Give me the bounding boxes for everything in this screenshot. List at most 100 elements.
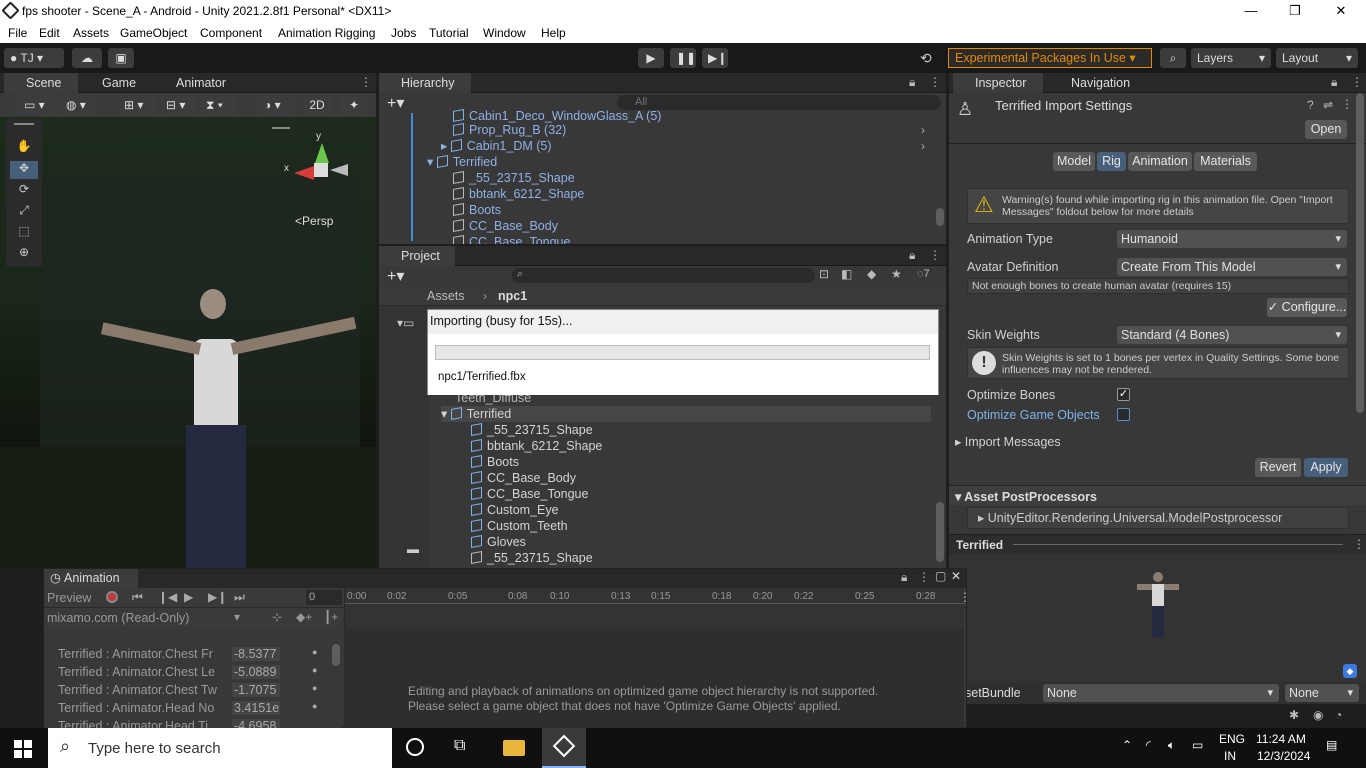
gizmo-x-cone[interactable] (294, 166, 314, 180)
list-item[interactable]: CC_Base_Tongue (471, 486, 588, 502)
table-row[interactable]: Terrified : Animator.Head No 3.4151e ● (58, 701, 320, 717)
taskbar-search[interactable]: ⌕ Type here to search (48, 728, 392, 768)
menu-jobs[interactable]: Jobs (391, 26, 416, 40)
favorite-icon[interactable]: ★ (891, 267, 902, 281)
animation-lock-icon[interactable]: 🔒︎ (901, 570, 907, 585)
table-row[interactable]: Terrified : Animator.Chest Fr -8.5377 ● (58, 647, 320, 663)
breadcrumb-assets[interactable]: Assets (427, 289, 465, 303)
inspector-scrollbar[interactable] (1356, 93, 1364, 413)
mode-2d-button[interactable]: 2D (302, 95, 332, 115)
preview-splitter[interactable] (1013, 544, 1343, 545)
collab-icon[interactable]: ▣ (108, 48, 134, 68)
open-button[interactable]: Open (1305, 120, 1347, 139)
snap-increment-icon[interactable]: ⊟ ▾ (160, 95, 196, 115)
chevron-right-icon[interactable]: › (921, 139, 925, 153)
hierarchy-more-icon[interactable]: ⋮ (929, 75, 941, 89)
key-dot-icon[interactable]: ● (312, 683, 317, 693)
gizmo-globe-icon[interactable]: ◍ ▾ (60, 95, 98, 115)
property-value[interactable]: -8.5377 (232, 647, 280, 661)
project-scrollbar[interactable] (936, 502, 944, 562)
preview-toggle[interactable]: Preview (47, 591, 91, 605)
clip-dropdown-arrow-icon[interactable]: ▾ (234, 610, 240, 624)
hand-tool-icon[interactable]: ✋ (10, 139, 38, 157)
battery-icon[interactable]: ▭ (1192, 738, 1203, 752)
lighting-icon[interactable]: ✦ (340, 95, 368, 115)
timeline-more-icon[interactable]: ⋮ (959, 590, 971, 604)
windows-start-icon[interactable] (14, 740, 32, 758)
property-value[interactable]: 3.4151e (232, 701, 280, 715)
list-item[interactable]: ▾ Terrified (427, 154, 497, 170)
table-row[interactable]: Terrified : Animator.Chest Le -5.0889 ● (58, 665, 320, 681)
context-menu-icon[interactable]: ⋮ (1341, 97, 1353, 111)
inspector-more-icon[interactable]: ⋮ (1351, 75, 1363, 89)
hierarchy-scrollbar[interactable] (936, 208, 944, 226)
avatar-definition-dropdown[interactable]: Create From This Model (1117, 258, 1347, 276)
next-key-icon[interactable]: ▶❙ (208, 590, 227, 604)
language-region[interactable]: IN (1224, 749, 1236, 763)
model-preview[interactable]: ◆ (949, 554, 1366, 682)
preview-more-icon[interactable]: ⋮ (1353, 537, 1365, 551)
draw-mode-dropdown[interactable]: ▭ ▾ (18, 95, 58, 115)
property-value[interactable]: -5.0889 (232, 665, 280, 679)
tab-navigation[interactable]: Navigation (1049, 73, 1149, 93)
optimize-bones-checkbox[interactable]: ✓ (1117, 388, 1130, 401)
assetbundle-dropdown[interactable]: None (1043, 684, 1279, 702)
cache-server-icon[interactable]: ◉ (1313, 708, 1323, 722)
timeline-ruler[interactable]: 0:00 0:02 0:05 0:08 0:10 0:13 0:15 0:18 … (344, 588, 971, 628)
apply-button[interactable]: Apply (1304, 458, 1348, 477)
experimental-packages-button[interactable]: Experimental Packages In Use ▾ (948, 48, 1152, 68)
project-add-button[interactable]: +▾ (387, 266, 404, 286)
list-item[interactable]: Boots (471, 454, 519, 470)
menu-gameobject[interactable]: GameObject (120, 26, 187, 40)
tab-animator[interactable]: Animator (154, 73, 234, 93)
first-key-icon[interactable]: ⏮ (132, 590, 143, 605)
menu-assets[interactable]: Assets (73, 26, 109, 40)
layout-dropdown[interactable]: Layout ▾ (1276, 48, 1358, 68)
move-tool-icon[interactable]: ✥ (10, 161, 38, 179)
clock-date[interactable]: 12/3/2024 (1257, 749, 1310, 763)
breadcrumb-npc1[interactable]: npc1 (498, 289, 527, 303)
configure-button[interactable]: ✓ Configure... (1267, 298, 1347, 317)
lock-icon[interactable]: 🔒︎ (909, 75, 915, 90)
postprocessor-item[interactable]: ▸ UnityEditor.Rendering.Universal.ModelP… (967, 507, 1349, 529)
clock-time[interactable]: 11:24 AM (1256, 732, 1306, 746)
table-row[interactable]: Terrified : Animator.Chest Tw -1.7075 ● (58, 683, 320, 699)
preset-icon[interactable]: ⇌ (1323, 98, 1333, 112)
list-item[interactable]: _55_23715_Shape (471, 550, 593, 566)
create-icon[interactable]: ⊡ (819, 267, 829, 281)
help-icon[interactable]: ? (1307, 98, 1314, 112)
volume-icon[interactable]: 🔈︎ (1168, 738, 1175, 753)
inspector-lock-icon[interactable]: 🔒︎ (1331, 75, 1337, 90)
table-row[interactable]: Terrified : Animator.Head Ti -4.6958 (58, 719, 320, 728)
list-item[interactable]: bbtank_6212_Shape (471, 438, 602, 454)
list-item[interactable]: CC_Base_Body (471, 470, 576, 486)
file-explorer-icon[interactable] (503, 740, 525, 756)
key-dot-icon[interactable]: ● (312, 665, 317, 675)
folder-icon[interactable]: ▬ (407, 542, 419, 556)
wifi-icon[interactable]: ◜ (1146, 738, 1151, 752)
shading-icon[interactable]: ◑ ▾ (258, 95, 296, 115)
persp-label[interactable]: <Persp (295, 214, 333, 228)
search-icon[interactable]: ⌕ (1160, 48, 1186, 68)
menu-animation-rigging[interactable]: Animation Rigging (278, 26, 375, 40)
chevron-up-icon[interactable]: ⌃ (1122, 738, 1132, 752)
skin-weights-dropdown[interactable]: Standard (4 Bones) (1117, 326, 1347, 344)
add-keyframe-icon[interactable]: ⊹ (272, 610, 282, 624)
scene-view[interactable]: ✋ ✥ ⟳ ⤢ ⬚ ⊕ y x <Persp (0, 117, 376, 568)
list-item[interactable]: Custom_Eye (471, 502, 559, 518)
menu-window[interactable]: Window (483, 26, 526, 40)
subtab-animation[interactable]: Animation (1128, 152, 1192, 171)
label-icon[interactable]: ◆ (867, 267, 876, 281)
list-item[interactable]: CC_Base_Tongue (453, 234, 570, 244)
status-check-icon[interactable]: ◔ (1335, 708, 1342, 722)
event-marker-icon[interactable]: ┃+ (324, 610, 338, 624)
hierarchy-add-button[interactable]: +▾ (387, 93, 404, 113)
menu-tutorial[interactable]: Tutorial (429, 26, 469, 40)
layers-dropdown[interactable]: Layers ▾ (1191, 48, 1271, 68)
play-animation-icon[interactable]: ▶ (184, 590, 193, 604)
history-icon[interactable]: ⟲ (920, 50, 932, 67)
key-dot-icon[interactable]: ● (312, 701, 317, 711)
project-search-input[interactable]: ⌕ (512, 268, 815, 283)
list-item[interactable]: Prop_Rug_B (32) (453, 122, 566, 138)
add-event-icon[interactable]: ◆+ (296, 610, 312, 624)
